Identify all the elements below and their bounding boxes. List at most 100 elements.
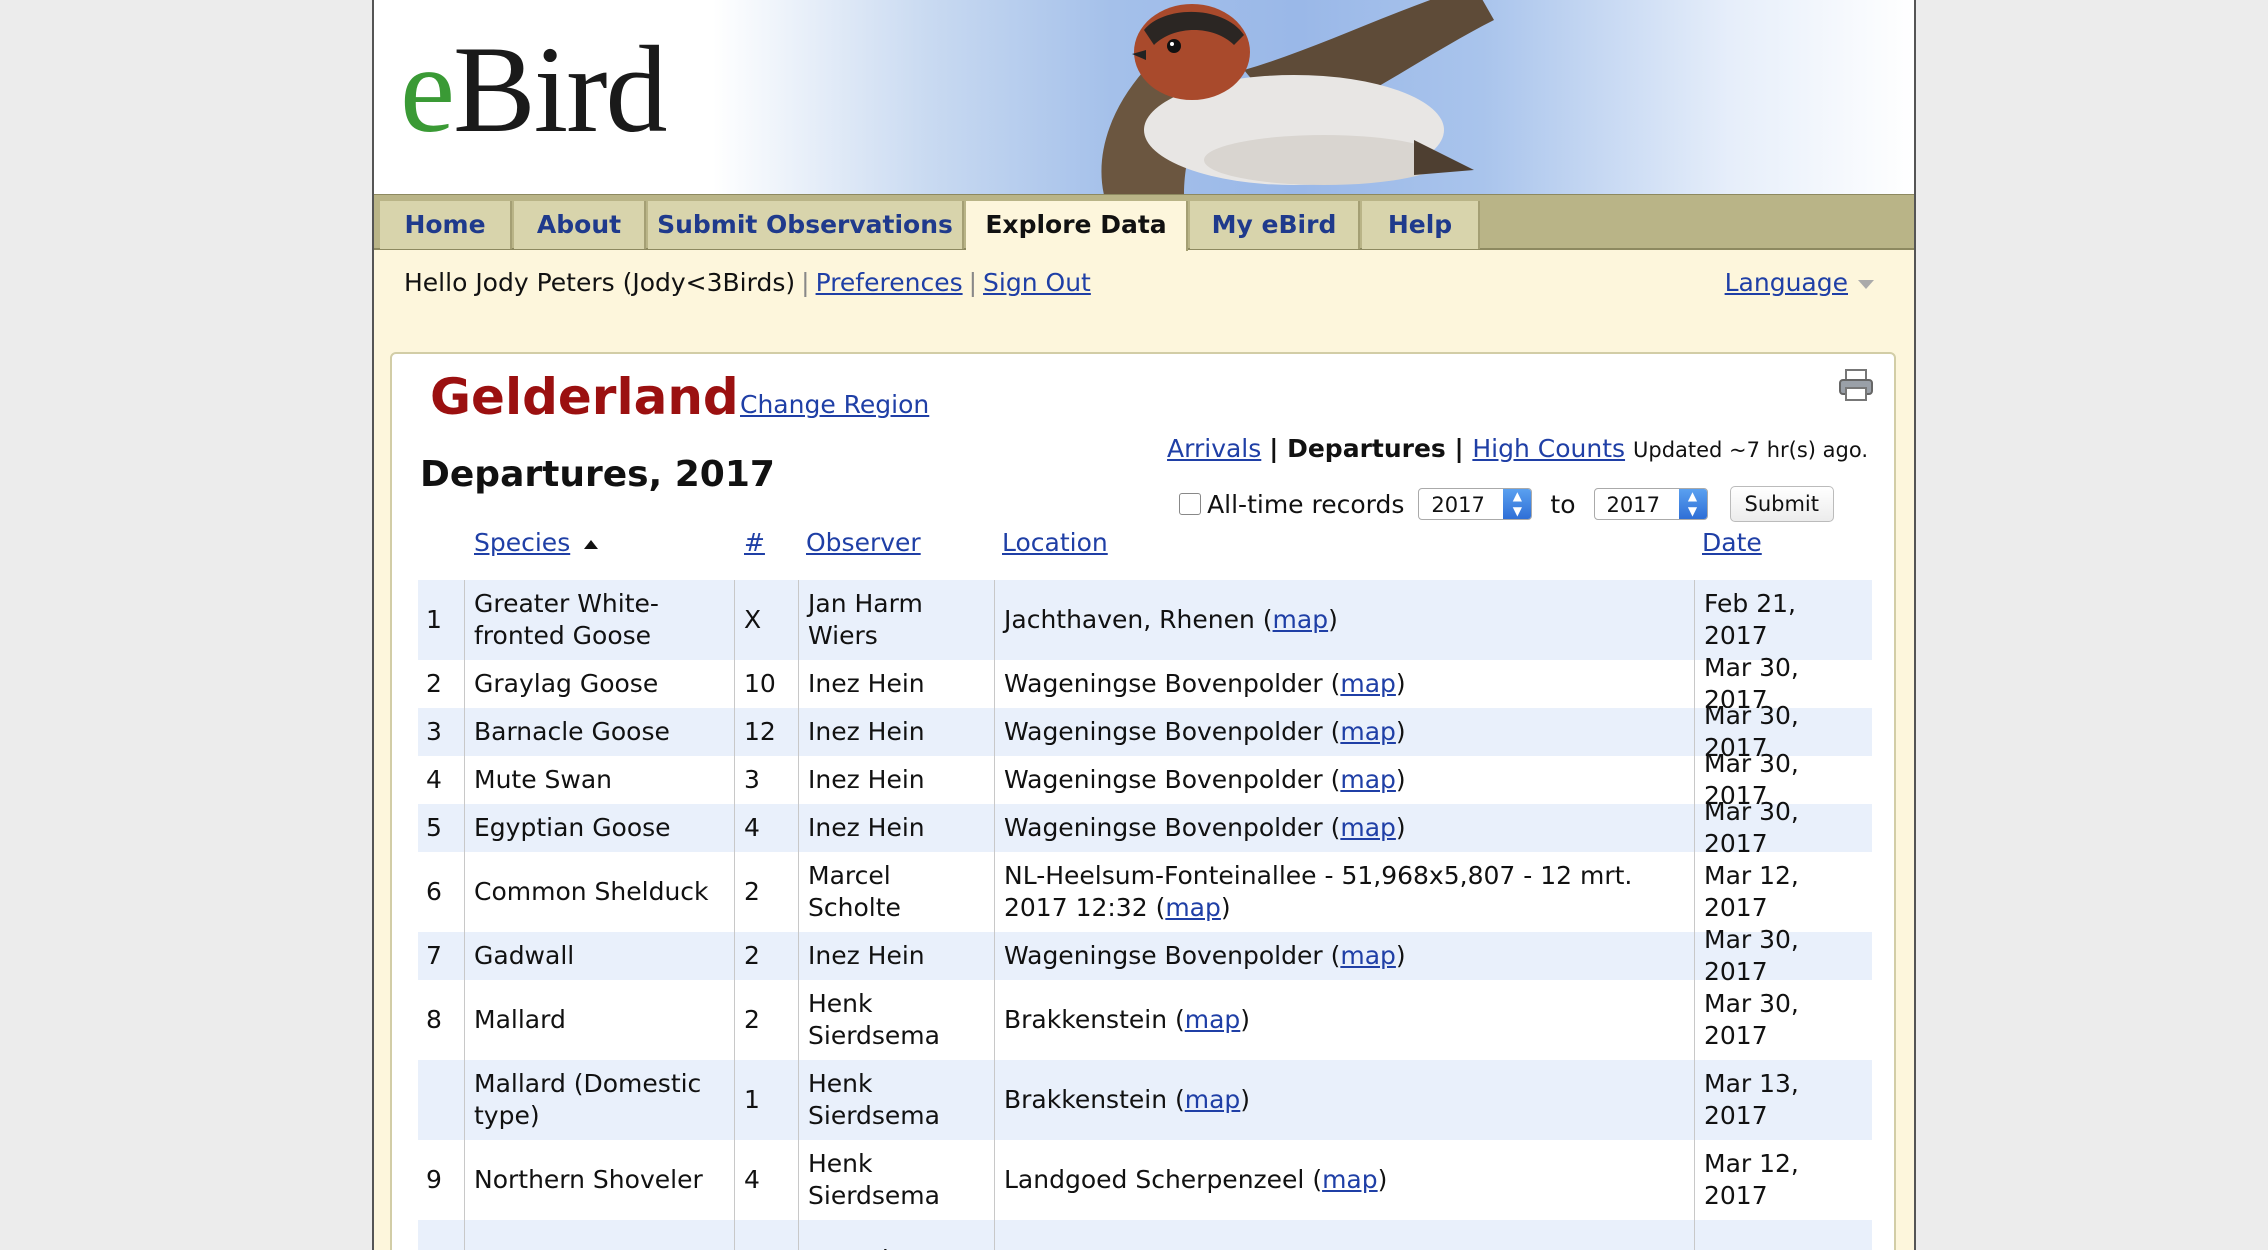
observer-cell: Henk Sierdsema [808,1149,940,1210]
language-menu[interactable]: Language [1725,268,1874,297]
main-nav: Home About Submit Observations Explore D… [374,194,1914,251]
report-mode-links: Arrivals | Departures | High Counts Upda… [1167,434,1868,463]
row-number: 1 [426,605,442,634]
row-number [426,1220,456,1250]
content-panel: Gelderland Change Region Departures, 201… [390,352,1896,1250]
species-cell [474,1220,728,1250]
change-region-link[interactable]: Change Region [740,390,929,419]
tab-about[interactable]: About [514,201,646,249]
updown-icon: ▲ ▼ [1503,489,1532,519]
tab-submit-observations[interactable]: Submit Observations [648,201,964,249]
chevron-down-icon [1858,279,1874,289]
observer-column-header[interactable]: Observer [806,528,921,557]
table-row: 5 Egyptian Goose 4 Inez Hein Wageningse Bove… [418,797,1872,858]
submit-button[interactable]: Submit [1729,486,1834,522]
species-cell: Common Shelduck [474,877,709,906]
species-cell: Northern Shoveler [474,1165,703,1194]
year-filters: All-time records 2017 ▲ ▼ to 2017 ▲ ▼ Submit [1179,486,1834,522]
observer-cell: Marcel Scholte [808,861,901,922]
print-icon[interactable] [1838,368,1874,402]
species-cell: Gadwall [474,941,575,970]
date-cell: Mar 12, 2017 [1704,1149,1799,1210]
tab-help[interactable]: Help [1362,201,1480,249]
date-cell: Mar 12, 2017 [1704,861,1799,922]
count-cell: 1 [744,1085,760,1114]
location-cell: Wageningse Bovenpolder (map) [1004,941,1406,970]
row-number: 4 [426,765,442,794]
count-cell: 2 [744,1005,760,1034]
from-year-select[interactable]: 2017 ▲ ▼ [1418,488,1533,520]
preferences-link[interactable]: Preferences [816,268,963,297]
map-link[interactable]: map [1340,765,1396,794]
map-link[interactable]: map [1340,669,1396,698]
map-link[interactable]: map [1340,941,1396,970]
observer-cell: Inez Hein [808,813,925,842]
row-number: 9 [426,1165,442,1194]
species-cell: Barnacle Goose [474,717,670,746]
row-number: 8 [426,1005,442,1034]
location-cell: Wageningse Bovenpolder (map) [1004,813,1406,842]
departures-current: Departures [1287,434,1446,463]
swallow-banner-image [1101,0,1494,194]
updated-status: Updated ~7 hr(s) ago. [1633,438,1868,462]
date-cell: Mar 30, 2017 [1704,797,1799,858]
observer-cell: Jan Harm Wiers [808,589,923,650]
all-time-checkbox[interactable] [1179,493,1202,515]
arrivals-link[interactable]: Arrivals [1167,434,1261,463]
map-link[interactable]: map [1322,1165,1378,1194]
high-counts-link[interactable]: High Counts [1472,434,1625,463]
location-cell [1004,1220,1688,1250]
map-link[interactable]: map [1185,1005,1241,1034]
map-link[interactable]: map [1165,893,1221,922]
row-number: 5 [426,813,442,842]
to-year-select[interactable]: 2017 ▲ ▼ [1593,488,1708,520]
map-link[interactable]: map [1185,1085,1241,1114]
count-cell: 4 [744,813,760,842]
observer-cell: Inez Hein [808,669,925,698]
updown-icon: ▲ ▼ [1678,489,1707,519]
tab-my-ebird[interactable]: My eBird [1190,201,1360,249]
species-cell: Mallard [474,1005,566,1034]
count-cell: 3 [744,765,760,794]
tab-explore-data[interactable]: Explore Data [966,201,1188,251]
table-row: 1 Greater White-fronted Goose X Jan Harm Wi… [418,580,1872,660]
date-cell: Mar 30, 2017 [1704,989,1799,1050]
sign-out-link[interactable]: Sign Out [983,268,1091,297]
species-column-header[interactable]: Species [474,528,599,557]
location-column-header[interactable]: Location [1002,528,1108,557]
row-number: 2 [426,669,442,698]
observer-cell: Inez Hein [808,765,925,794]
species-cell: Mute Swan [474,765,613,794]
location-cell: Wageningse Bovenpolder (map) [1004,765,1406,794]
species-cell: Graylag Goose [474,669,659,698]
table-row: Antonius [418,1220,1872,1250]
table-row: 4 Mute Swan 3 Inez Hein Wageningse Bovenpold… [418,749,1872,810]
observer-cell: Henk Sierdsema [808,1069,940,1130]
table-row: 3 Barnacle Goose 12 Inez Hein Wageningse Bov… [418,701,1872,762]
species-cell: Mallard (Domestic type) [474,1069,702,1130]
location-cell: Brakkenstein (map) [1004,1005,1251,1034]
observer-cell: Inez Hein [808,941,925,970]
location-cell: Wageningse Bovenpolder (map) [1004,717,1406,746]
table-row: 6 Common Shelduck 2 Marcel Scholte NL-Heelsu… [418,852,1872,932]
count-column-header[interactable]: # [744,528,765,557]
tab-home[interactable]: Home [380,201,512,249]
date-column-header[interactable]: Date [1702,528,1762,557]
table-row: 2 Graylag Goose 10 Inez Hein Wageningse Bove… [418,653,1872,714]
location-cell: Landgoed Scherpenzeel (map) [1004,1165,1388,1194]
species-cell: Greater White-fronted Goose [474,589,659,650]
table-row: 7 Gadwall 2 Inez Hein Wageningse Bovenpolder… [418,925,1872,986]
date-cell [1704,1220,1866,1250]
sort-asc-icon [584,539,599,549]
location-cell: Brakkenstein (map) [1004,1085,1251,1114]
map-link[interactable]: map [1273,605,1329,634]
count-cell: X [744,605,762,634]
location-cell: Jachthaven, Rhenen (map) [1004,605,1338,634]
map-link[interactable]: map [1340,717,1396,746]
ebird-logo[interactable]: eBird [400,28,668,152]
row-number: 3 [426,717,442,746]
to-label: to [1550,489,1576,519]
date-cell: Feb 21, 2017 [1704,589,1796,650]
header-banner: eBird [374,0,1914,194]
map-link[interactable]: map [1340,813,1396,842]
